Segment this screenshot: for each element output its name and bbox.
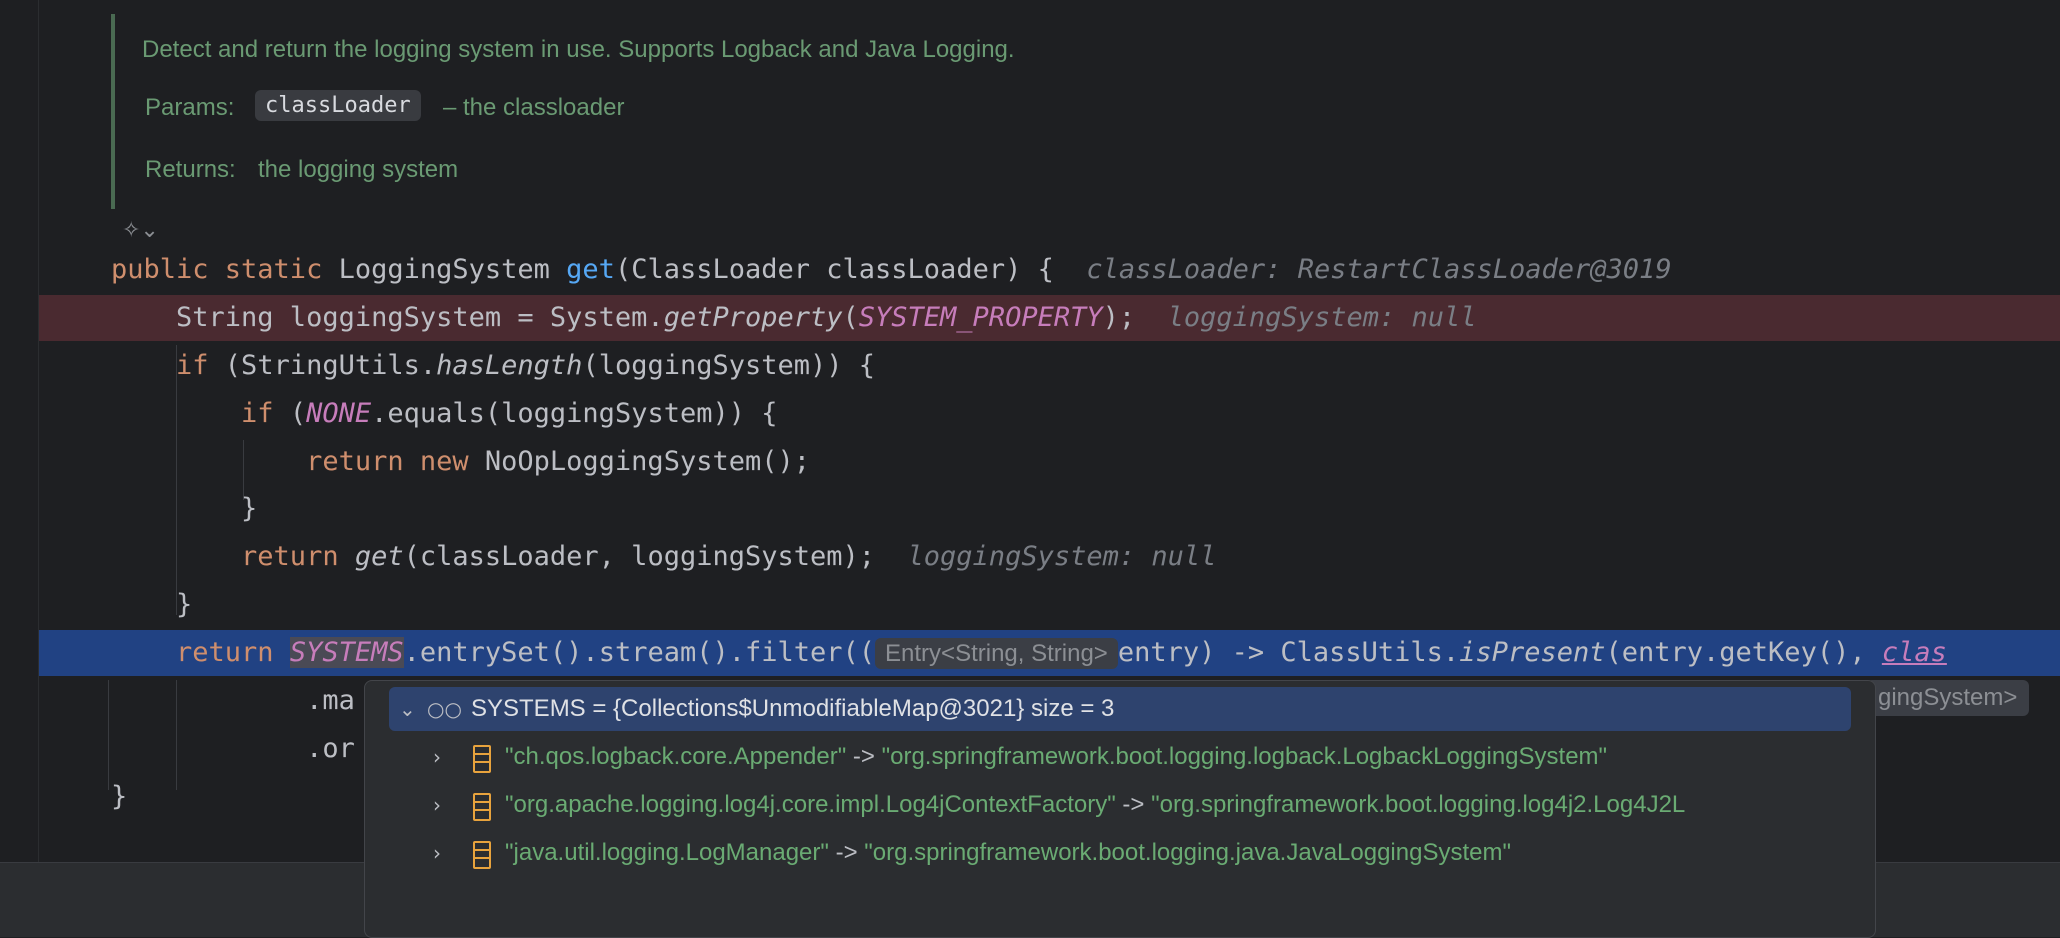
systems-token[interactable]: SYSTEMS — [289, 637, 404, 668]
debug-value-popup[interactable]: ⌄ ○○ SYSTEMS = {Collections$Unmodifiable… — [364, 680, 1876, 938]
class-link[interactable]: clas — [1882, 637, 1947, 668]
popup-entry[interactable]: › "org.apache.logging.log4j.core.impl.Lo… — [365, 783, 1875, 827]
code-line-3: if (StringUtils.hasLength(loggingSystem)… — [111, 350, 876, 381]
doc-param-desc: – the classloader — [443, 94, 625, 121]
type-hint-right: gingSystem> — [1866, 680, 2030, 716]
code-line-4: if (NONE.equals(loggingSystem)) { — [111, 398, 778, 429]
doc-returns-label: Returns: — [145, 156, 236, 183]
watch-glasses-icon: ○○ — [427, 697, 462, 721]
code-line-8: } — [111, 589, 193, 620]
doc-params-label: Params: — [145, 94, 235, 121]
popup-entry[interactable]: › "ch.qos.logback.core.Appender" -> "org… — [365, 735, 1875, 779]
map-entry-icon — [473, 841, 491, 869]
chevron-right-icon[interactable]: › — [433, 783, 441, 827]
code-line-6: } — [111, 493, 258, 524]
doc-param-name: classLoader — [255, 90, 421, 121]
ai-assistant-icon[interactable]: ✧⌄ — [122, 218, 159, 243]
chevron-right-icon[interactable]: › — [433, 735, 441, 779]
param-name-chip: classLoader — [255, 90, 421, 121]
code-line-2: String loggingSystem = System.getPropert… — [39, 295, 2060, 341]
code-line-5: return new NoOpLoggingSystem(); — [111, 446, 810, 477]
doc-returns-desc: the logging system — [258, 156, 459, 183]
chevron-right-icon[interactable]: › — [433, 831, 441, 875]
popup-entry[interactable]: › "java.util.logging.LogManager" -> "org… — [365, 831, 1875, 875]
inline-value-hint: loggingSystem: null — [907, 541, 1217, 572]
code-line-9-execution-point: return SYSTEMS.entrySet().stream().filte… — [39, 630, 2060, 676]
popup-root-label: SYSTEMS = {Collections$UnmodifiableMap@3… — [471, 695, 1115, 722]
popup-root-node[interactable]: ⌄ ○○ SYSTEMS = {Collections$Unmodifiable… — [389, 687, 1851, 731]
map-entry-icon — [473, 745, 491, 773]
code-line-1: public static LoggingSystem get(ClassLoa… — [111, 254, 1672, 285]
chevron-down-icon[interactable]: ⌄ — [399, 687, 416, 731]
inline-value-hint: classLoader: RestartClassLoader@3019 — [1086, 254, 1672, 285]
map-entry-icon — [473, 793, 491, 821]
doc-summary: Detect and return the logging system in … — [142, 36, 1015, 63]
type-hint: Entry<String, String> — [875, 638, 1118, 669]
code-line-7: return get(classLoader, loggingSystem); … — [111, 541, 1217, 572]
doc-comment: Detect and return the logging system in … — [111, 14, 1215, 209]
inline-value-hint: loggingSystem: null — [1167, 302, 1477, 333]
